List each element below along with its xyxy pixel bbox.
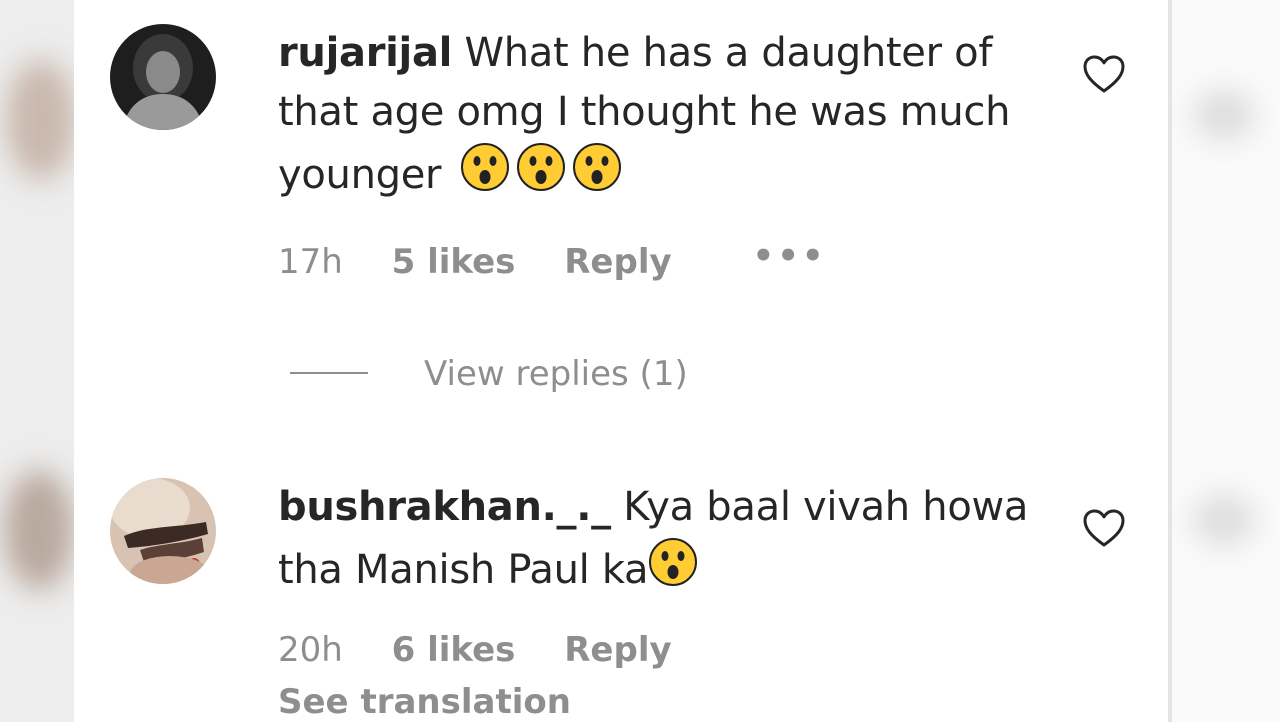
screenshot-stage: rujarijal What he has a daughter of that… — [0, 0, 1280, 722]
reply-button[interactable]: Reply — [564, 630, 671, 670]
avatar-image — [110, 478, 216, 584]
blurred-background-left — [0, 0, 76, 722]
hushed-face-emoji — [460, 142, 510, 209]
view-replies-label: View replies (1) — [424, 354, 688, 394]
blurred-shape — [1194, 495, 1254, 545]
comment-text-block: rujarijal What he has a daughter of that… — [278, 24, 1038, 209]
panel-divider — [1168, 0, 1172, 722]
comment-timestamp: 17h — [278, 242, 343, 282]
comment-username[interactable]: rujarijal — [278, 30, 452, 76]
comment-likes[interactable]: 6 likes — [392, 630, 516, 670]
see-translation-link[interactable]: See translation — [278, 682, 571, 722]
comment-timestamp: 20h — [278, 630, 343, 670]
comment-body: bushrakhan._._ Kya baal vivah howa tha M… — [278, 478, 1038, 604]
blurred-shape — [4, 470, 74, 590]
more-options-icon[interactable]: ••• — [752, 236, 826, 276]
comment-username[interactable]: bushrakhan._._ — [278, 484, 611, 530]
reply-button[interactable]: Reply — [564, 242, 671, 282]
hushed-face-emoji — [572, 142, 622, 209]
comment-body: rujarijal What he has a daughter of that… — [278, 24, 1038, 209]
hushed-face-emoji — [648, 537, 698, 604]
like-heart-icon[interactable] — [1082, 508, 1126, 548]
comment-text-block: bushrakhan._._ Kya baal vivah howa tha M… — [278, 478, 1038, 604]
blurred-shape — [6, 60, 76, 180]
comment-item: rujarijal What he has a daughter of that… — [110, 24, 1150, 324]
like-heart-icon[interactable] — [1082, 54, 1126, 94]
blurred-shape — [1194, 90, 1254, 140]
view-replies-button[interactable]: View replies (1) — [290, 354, 688, 394]
comment-meta: 17h 5 likes Reply ••• — [278, 236, 827, 282]
comment-meta: 20h 6 likes Reply — [278, 630, 742, 670]
avatar[interactable] — [110, 478, 216, 584]
blurred-background-right — [1172, 0, 1280, 722]
comment-item: bushrakhan._._ Kya baal vivah howa tha M… — [110, 478, 1150, 722]
hushed-face-emoji — [516, 142, 566, 209]
avatar-image — [110, 24, 216, 130]
avatar[interactable] — [110, 24, 216, 130]
replies-divider-line — [290, 372, 368, 374]
comment-likes[interactable]: 5 likes — [392, 242, 516, 282]
